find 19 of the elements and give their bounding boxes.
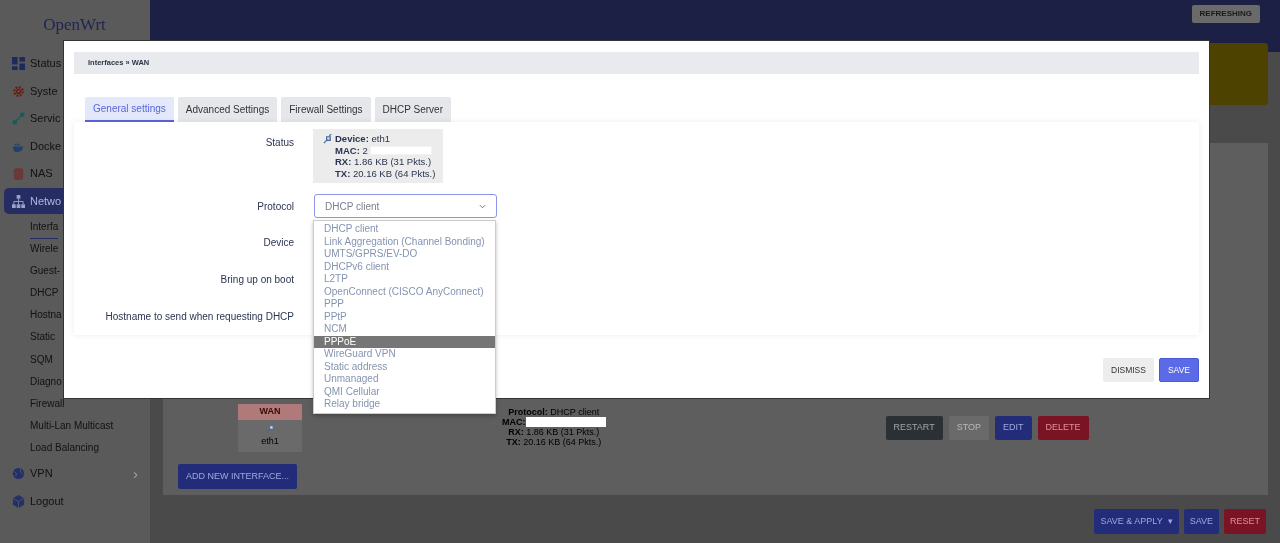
rx-info: RX: 1.86 KB (31 Pkts.): [335, 156, 433, 168]
field-label: Status: [264, 136, 294, 150]
device-name: eth1: [261, 434, 279, 448]
logo: OpenWrt: [42, 14, 107, 36]
interface-name: WAN: [238, 404, 302, 420]
device-info: Device: eth1: [335, 133, 391, 145]
protocol-info: Protocol: DHCP client: [508, 407, 600, 417]
tx-info: TX: 20.16 KB (64 Pkts.): [506, 437, 602, 447]
caret-icon: ▾: [1167, 514, 1173, 529]
refreshing-badge: REFRESHING: [1191, 5, 1260, 23]
field-label: Bring up on boot: [219, 273, 294, 287]
mac-label: MAC:: [502, 417, 526, 427]
field-label: Protocol: [256, 199, 294, 214]
field-label: Hostname to send when requesting DHCP: [104, 310, 294, 324]
rx-info: RX: 1.86 KB (31 Pkts.): [508, 427, 600, 437]
chevron-icon: ›: [133, 466, 138, 482]
mac-info: MAC: 2: [335, 144, 368, 156]
field-label: Device: [262, 236, 294, 250]
tx-info: TX: 20.16 KB (64 Pkts.): [335, 167, 436, 179]
